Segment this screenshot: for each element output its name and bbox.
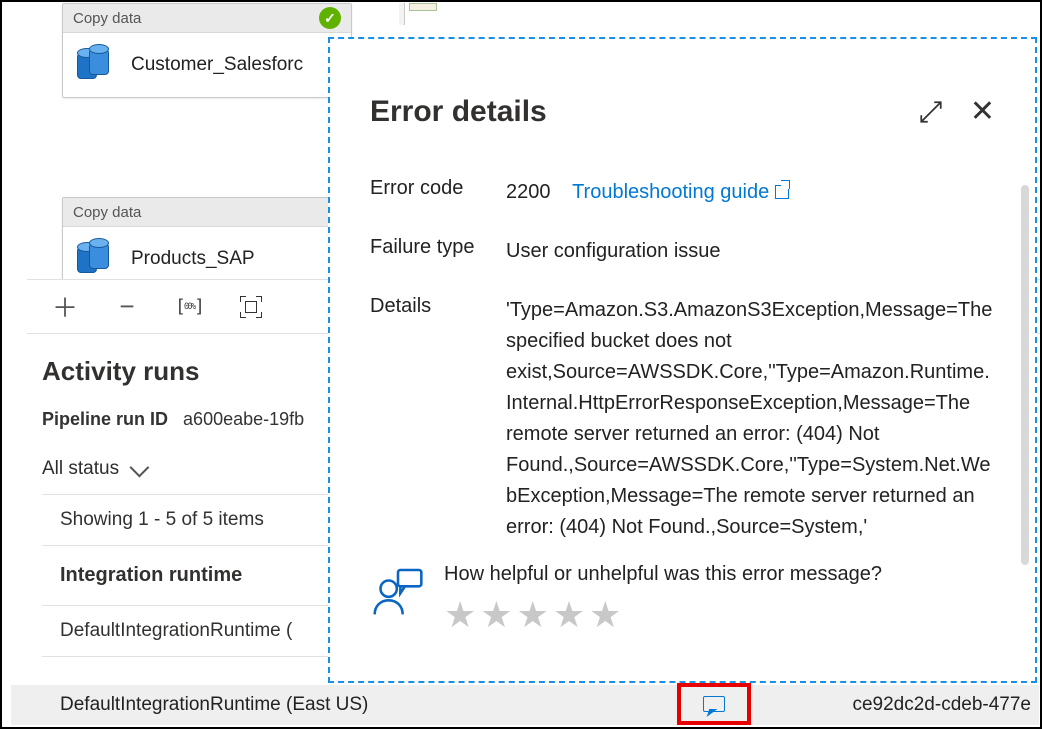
copy-data-icon bbox=[77, 47, 119, 83]
details-label: Details bbox=[370, 295, 506, 543]
expand-icon[interactable] bbox=[918, 99, 944, 125]
star-icon[interactable]: ★ bbox=[589, 594, 621, 636]
status-success-icon: ✓ bbox=[319, 7, 341, 29]
status-filter-label: All status bbox=[42, 458, 119, 480]
close-icon[interactable]: ✕ bbox=[970, 97, 995, 127]
misc-marker-bar bbox=[399, 3, 405, 25]
scrollbar[interactable] bbox=[1021, 185, 1029, 565]
chevron-down-icon bbox=[130, 458, 150, 478]
speech-bubble-icon[interactable] bbox=[703, 696, 725, 712]
zoom-out-button[interactable]: − bbox=[111, 291, 143, 323]
error-message-button-highlight bbox=[677, 683, 751, 725]
star-icon[interactable]: ★ bbox=[553, 594, 585, 636]
error-code-value: 2200 bbox=[506, 181, 551, 203]
popover-title: Error details bbox=[370, 95, 547, 129]
feedback-section: How helpful or unhelpful was this error … bbox=[370, 563, 995, 636]
copy-data-icon bbox=[77, 241, 119, 277]
star-icon[interactable]: ★ bbox=[444, 594, 476, 636]
zoom-reset-button[interactable]: [00%] bbox=[173, 291, 205, 323]
activity-card-customer[interactable]: Copy data ✓ Customer_Salesforc bbox=[62, 3, 352, 98]
details-value: 'Type=Amazon.S3.AmazonS3Exception,Messag… bbox=[506, 295, 995, 543]
activity-card-products[interactable]: Copy data Products_SAP bbox=[62, 197, 347, 292]
pipeline-run-id-label: Pipeline run ID bbox=[42, 409, 168, 429]
failure-type-value: User configuration issue bbox=[506, 236, 995, 267]
feedback-person-icon bbox=[370, 563, 426, 624]
activity-name: Customer_Salesforc bbox=[131, 54, 303, 76]
failure-type-label: Failure type bbox=[370, 236, 506, 267]
misc-marker bbox=[409, 3, 437, 11]
star-icon[interactable]: ★ bbox=[517, 594, 549, 636]
feedback-stars[interactable]: ★ ★ ★ ★ ★ bbox=[444, 594, 882, 636]
activity-type-label: Copy data bbox=[73, 10, 141, 27]
activity-type-label: Copy data bbox=[73, 204, 141, 221]
external-link-icon bbox=[775, 185, 789, 199]
pipeline-run-id-value: a600eabe-19fb bbox=[183, 409, 304, 429]
zoom-fit-button[interactable] bbox=[235, 291, 267, 323]
activity-name: Products_SAP bbox=[131, 248, 255, 270]
star-icon[interactable]: ★ bbox=[480, 594, 512, 636]
troubleshooting-guide-link[interactable]: Troubleshooting guide bbox=[572, 181, 789, 203]
integration-runtime-value: DefaultIntegrationRuntime (East US) bbox=[60, 694, 368, 716]
error-code-label: Error code bbox=[370, 177, 506, 208]
activity-card-header: Copy data bbox=[63, 198, 346, 227]
zoom-in-button[interactable]: ＋ bbox=[49, 291, 81, 323]
error-details-popover: Error details ✕ Error code 2200 Troubles… bbox=[328, 37, 1037, 683]
feedback-prompt: How helpful or unhelpful was this error … bbox=[444, 563, 882, 586]
activity-card-header: Copy data ✓ bbox=[63, 4, 351, 33]
run-id-value: ce92dc2d-cdeb-477e bbox=[852, 694, 1031, 716]
table-row-selected[interactable]: DefaultIntegrationRuntime (East US) ce92… bbox=[11, 685, 1039, 725]
